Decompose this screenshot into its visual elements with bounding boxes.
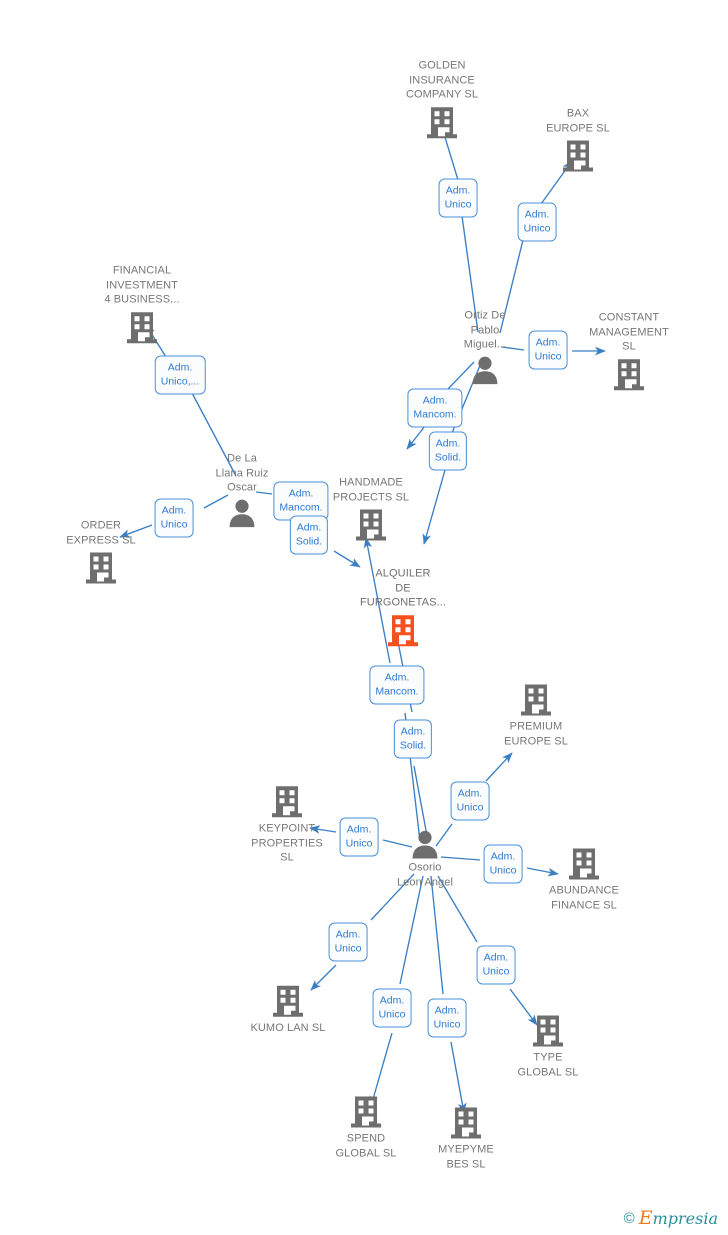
relation-label-adm-unico-more[interactable]: Adm. Unico,... [154,355,206,395]
node-label: MYEPYME BES SL [438,1143,494,1171]
building-icon [127,311,157,343]
empresia-watermark: © Empresia [623,1207,718,1229]
node-kumo-lan[interactable]: KUMO LAN SL [223,981,353,1036]
building-icon [272,786,302,818]
relation-label-adm-unico[interactable]: Adm. Unico [339,817,379,857]
node-golden-insurance-company[interactable]: GOLDEN INSURANCE COMPANY SL [377,58,507,142]
node-label: ALQUILER DE FURGONETAS... [359,567,447,609]
brand-wordmark: Empresia [638,1207,718,1229]
building-icon [356,509,386,541]
copyright-icon: © [623,1210,635,1227]
relation-label-adm-solid[interactable]: Adm. Solid. [428,431,468,471]
edge-ortiz-handmade-head [406,425,426,450]
node-label: TYPE GLOBAL SL [517,1051,579,1079]
person-icon [412,830,438,859]
node-label: CONSTANT MANAGEMENT SL [589,311,669,353]
relation-label-adm-unico[interactable]: Adm. Unico [450,781,490,821]
node-abundance-finance[interactable]: ABUNDANCE FINANCE SL [519,844,649,913]
node-keypoint-properties[interactable]: KEYPOINT PROPERTIES SL [222,781,352,865]
relation-label-adm-unico[interactable]: Adm. Unico [476,945,516,985]
relation-label-adm-unico[interactable]: Adm. Unico [528,330,568,370]
node-financial-investment-4-business[interactable]: FINANCIAL INVESTMENT 4 BUSINESS... [77,263,207,347]
edge-osorio-myepyme-tail [430,875,444,995]
relation-label-adm-solid[interactable]: Adm. Solid. [289,515,329,555]
relation-label-adm-unico[interactable]: Adm. Unico [427,998,467,1038]
brand-rest: mpresia [652,1209,718,1228]
node-label: Ortiz De Pablo Miguel... [463,309,507,351]
node-label: ABUNDANCE FINANCE SL [549,884,619,912]
node-label: SPEND GLOBAL SL [335,1132,397,1160]
node-label: ORDER EXPRESS SL [66,519,136,547]
node-constant-management[interactable]: CONSTANT MANAGEMENT SL [564,310,694,394]
relation-label-adm-mancom[interactable]: Adm. Mancom. [407,388,463,428]
relation-label-adm-unico[interactable]: Adm. Unico [438,178,478,218]
node-premium-europe[interactable]: PREMIUM EUROPE SL [471,680,601,749]
relation-label-adm-mancom[interactable]: Adm. Mancom. [369,665,425,705]
building-icon [451,1107,481,1139]
node-type-global[interactable]: TYPE GLOBAL SL [483,1011,613,1080]
node-label: GOLDEN INSURANCE COMPANY SL [405,59,479,101]
node-label: FINANCIAL INVESTMENT 4 BUSINESS... [104,264,180,306]
building-icon [273,985,303,1017]
person-icon [472,356,498,384]
brand-initial: E [638,1207,653,1229]
node-bax-europe[interactable]: BAX EUROPE SL [513,107,643,176]
building-icon [569,848,599,880]
relation-label-adm-unico[interactable]: Adm. Unico [517,202,557,242]
relation-label-adm-unico[interactable]: Adm. Unico [154,498,194,538]
building-icon [533,1015,563,1047]
relation-label-adm-unico[interactable]: Adm. Unico [372,988,412,1028]
building-icon [614,358,644,390]
building-icon [563,140,593,172]
building-icon [86,552,116,584]
node-label: KEYPOINT PROPERTIES SL [251,822,323,864]
node-label: Osorio Leon Angel [396,861,454,889]
relationship-graph-canvas[interactable]: GOLDEN INSURANCE COMPANY SL BAX EUROPE S… [0,0,728,1235]
person-icon [229,499,255,527]
node-alquiler-de-furgonetas-focus[interactable]: ALQUILER DE FURGONETAS... [338,566,468,650]
building-icon [427,106,457,138]
edge-osorio-premium-head [485,752,513,782]
relation-label-adm-unico[interactable]: Adm. Unico [483,844,523,884]
edge-delallana-alquiler-head [333,550,361,568]
edge-osorio-spend-tail [399,875,424,985]
building-icon [351,1096,381,1128]
node-label: De La Llana Ruiz Oscar [215,452,269,494]
building-icon-focus [388,614,418,646]
node-person-osorio-leon-angel[interactable]: Osorio Leon Angel [360,827,490,890]
node-label: BAX EUROPE SL [546,107,610,135]
node-myepyme-bes[interactable]: MYEPYME BES SL [401,1103,531,1172]
node-label: HANDMADE PROJECTS SL [332,476,410,504]
node-order-express[interactable]: ORDER EXPRESS SL [36,519,166,588]
relation-label-adm-unico[interactable]: Adm. Unico [328,922,368,962]
node-label: KUMO LAN SL [250,1021,326,1034]
building-icon [521,684,551,716]
relation-label-adm-solid[interactable]: Adm. Solid. [393,719,433,759]
node-label: PREMIUM EUROPE SL [504,720,568,748]
